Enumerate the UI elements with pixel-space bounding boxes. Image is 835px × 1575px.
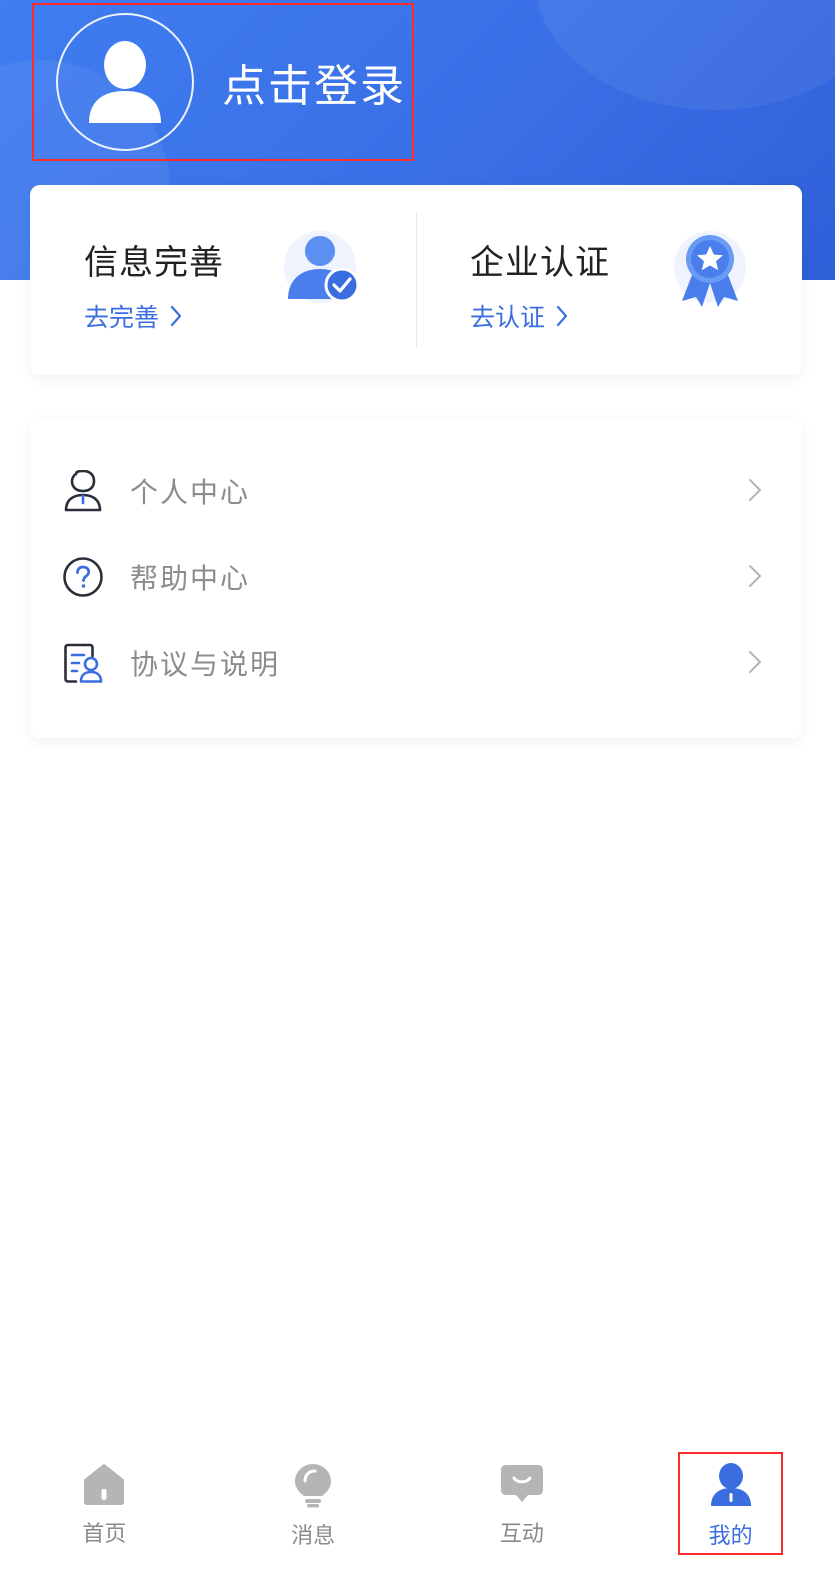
login-label[interactable]: 点击登录	[222, 50, 406, 114]
question-circle-icon	[62, 556, 104, 598]
person-icon	[62, 470, 104, 512]
tab-label: 消息	[291, 1524, 336, 1549]
bottom-tab-bar: 首页 消息 互动 我的	[0, 1440, 835, 1575]
chevron-right-icon	[748, 650, 762, 678]
chevron-right-icon	[555, 305, 569, 327]
tab-label: 我的	[708, 1524, 753, 1549]
medal-star-icon	[670, 227, 750, 307]
user-check-icon	[284, 227, 364, 307]
menu-item-label: 个人中心	[130, 476, 251, 509]
chevron-right-icon	[169, 305, 183, 327]
menu-list: 个人中心 帮助中心 协议与说明	[30, 418, 802, 738]
lightbulb-icon	[295, 1464, 332, 1508]
enterprise-cert-link-label: 去认证	[470, 303, 546, 332]
profile-page: 点击登录 信息完善 去完善 企业认证 去认证 个人中心 帮助中心 协议与说明 首…	[0, 0, 835, 1575]
menu-item-agreement[interactable]: 协议与说明	[30, 620, 802, 706]
tab-interaction[interactable]: 互动	[418, 1440, 627, 1575]
home-icon	[84, 1464, 125, 1505]
menu-item-help-center[interactable]: 帮助中心	[30, 534, 802, 620]
tab-label: 首页	[82, 1522, 127, 1547]
quick-actions-card: 信息完善 去完善 企业认证 去认证	[30, 185, 802, 375]
header-decoration	[535, 0, 835, 110]
enterprise-cert-entry[interactable]: 企业认证 去认证	[416, 185, 802, 375]
info-complete-title: 信息完善	[84, 243, 224, 283]
info-complete-link[interactable]: 去完善	[84, 298, 416, 334]
chat-icon	[500, 1465, 543, 1502]
enterprise-cert-title: 企业认证	[470, 243, 610, 283]
avatar-person-icon	[89, 41, 161, 123]
user-icon	[710, 1463, 751, 1506]
enterprise-cert-link[interactable]: 去认证	[470, 298, 802, 334]
document-user-icon	[62, 642, 104, 684]
chevron-right-icon	[748, 564, 762, 592]
chevron-right-icon	[748, 478, 762, 506]
avatar[interactable]	[56, 13, 194, 151]
menu-item-label: 帮助中心	[130, 562, 251, 595]
login-button[interactable]: 点击登录	[32, 3, 414, 161]
tab-mine[interactable]: 我的	[626, 1440, 835, 1575]
menu-item-label: 协议与说明	[130, 648, 281, 681]
menu-item-personal-center[interactable]: 个人中心	[30, 448, 802, 534]
tab-home[interactable]: 首页	[0, 1440, 209, 1575]
tab-messages[interactable]: 消息	[209, 1440, 418, 1575]
info-complete-link-label: 去完善	[84, 303, 160, 332]
tab-label: 互动	[499, 1522, 544, 1547]
info-complete-entry[interactable]: 信息完善 去完善	[30, 185, 416, 375]
